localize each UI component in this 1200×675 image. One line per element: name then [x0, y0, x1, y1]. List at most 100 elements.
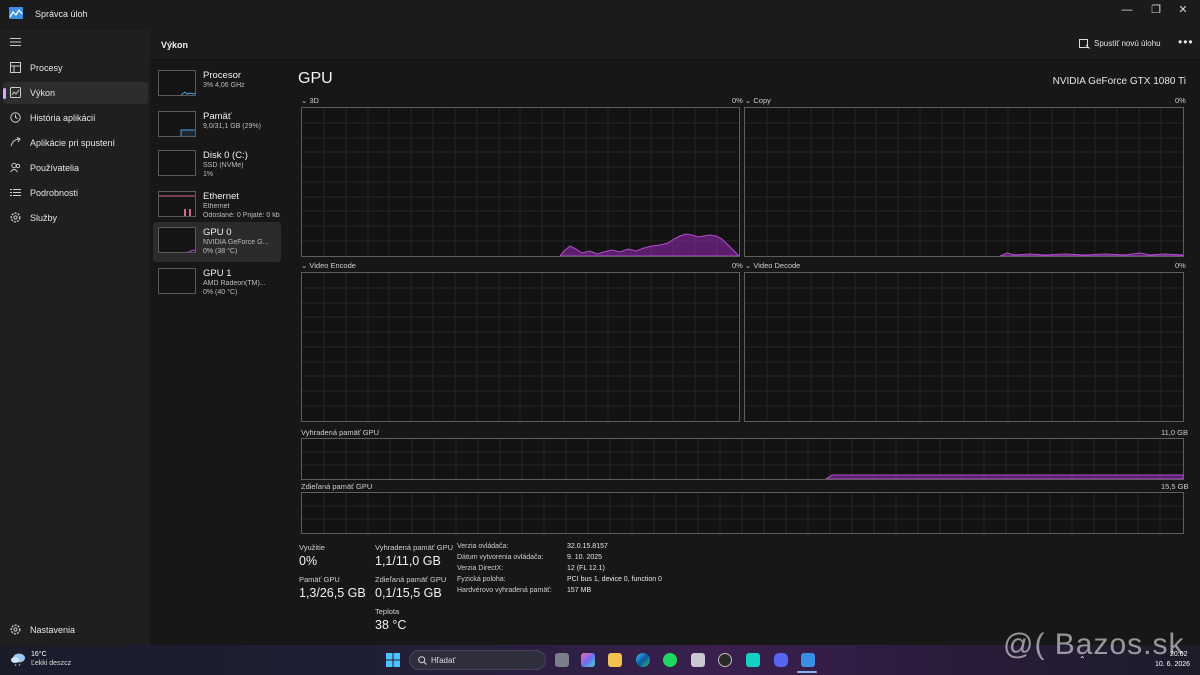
device-detail: 0% (38 °C) — [203, 248, 238, 255]
temperature-label: Teplota — [375, 607, 400, 616]
nav-item-performance[interactable]: Výkon — [3, 82, 148, 104]
device-name: Procesor — [203, 70, 242, 81]
dedicated-memory-value: 1,1/11,0 GB — [375, 554, 441, 568]
device-detail: Ethernet — [203, 203, 230, 210]
gear-icon — [10, 624, 21, 635]
gpu-memory-value: 1,3/26,5 GB — [299, 586, 366, 600]
services-icon — [10, 212, 21, 223]
graph-copy — [744, 107, 1184, 257]
nav-item-users[interactable]: Používatelia — [3, 157, 148, 179]
navigation-pane: Procesy Výkon História aplikácií Aplikác… — [0, 30, 150, 645]
maximize-button[interactable]: ❐ — [1143, 3, 1169, 17]
graph-copy-label[interactable]: ⌄ Copy — [745, 96, 771, 105]
device-thumbnail — [158, 150, 196, 176]
device-thumbnail — [158, 191, 196, 217]
close-button[interactable]: ✕ — [1170, 3, 1196, 17]
graph-video-encode — [301, 272, 740, 422]
shared-memory-label: Zdieľaná pamäť GPU — [375, 575, 447, 584]
graph-encode-label[interactable]: ⌄ Video Encode — [301, 261, 356, 270]
spotify-icon[interactable] — [663, 653, 677, 667]
nav-label: Procesy — [30, 63, 63, 73]
device-memory[interactable]: Pamäť 9,0/31,1 GB (29%) — [153, 106, 281, 146]
utilization-value: 0% — [299, 554, 318, 568]
nav-label: Nastavenia — [30, 625, 76, 635]
nav-item-processes[interactable]: Procesy — [3, 57, 148, 79]
gpu-title: GPU — [298, 70, 333, 87]
nav-label: Výkon — [30, 88, 56, 98]
weather-description: Ľekki deszcz — [31, 660, 72, 667]
device-detail: 9,0/31,1 GB (29%) — [203, 123, 261, 130]
weather-temperature: 16°C — [31, 651, 47, 658]
graph-shared-label: Zdieľaná pamäť GPU — [301, 482, 373, 491]
taskbar-search-box[interactable]: Hľadať — [409, 650, 546, 670]
graph-dedicated-value: 11,0 GB — [1161, 428, 1188, 437]
gpu-detail-panel: GPU NVIDIA GeForce GTX 1080 Ti ⌄ 3D 0% ⌄… — [285, 60, 1200, 645]
nav-label: Aplikácie pri spustení — [30, 138, 116, 148]
task-manager-icon — [9, 7, 23, 19]
physical-location-label: Fyzická poloha: — [457, 576, 506, 583]
graph-3d-label[interactable]: ⌄ 3D — [301, 96, 319, 105]
file-explorer-icon[interactable] — [608, 653, 622, 667]
weather-cloud-icon[interactable] — [10, 652, 27, 666]
clock-date: 10. 6. 2026 — [1155, 661, 1191, 668]
task-view-icon[interactable] — [555, 653, 569, 667]
device-ethernet[interactable]: Ethernet Ethernet Odoslané: 0 Prijaté: 0… — [153, 186, 281, 226]
driver-date-value: 9. 10. 2025 — [567, 554, 603, 561]
nav-item-services[interactable]: Služby — [3, 207, 148, 229]
nav-label: Služby — [30, 213, 58, 223]
device-name: Pamäť — [203, 111, 232, 122]
device-detail: 1% — [203, 171, 214, 178]
device-detail: AMD Radeon(TM)... — [203, 280, 266, 287]
physical-location-value: PCI bus 1, device 0, function 0 — [567, 576, 662, 583]
edge-browser-icon[interactable] — [636, 653, 650, 667]
performance-icon — [10, 87, 21, 98]
nav-item-settings[interactable]: Nastavenia — [3, 619, 148, 641]
directx-version-value: 12 (FL 12.1) — [567, 565, 605, 572]
device-list: Procesor 3% 4,06 GHz Pamäť 9,0/31,1 GB (… — [150, 60, 285, 645]
active-app-indicator — [797, 671, 817, 673]
page-title: Výkon — [161, 40, 189, 50]
directx-version-label: Verzia DirectX: — [457, 565, 504, 572]
temperature-value: 38 °C — [375, 618, 407, 632]
device-cpu[interactable]: Procesor 3% 4,06 GHz — [153, 65, 281, 105]
graph-encode-value: 0% — [732, 261, 743, 270]
device-gpu-1[interactable]: GPU 1 AMD Radeon(TM)... 0% (40 °C) — [153, 263, 281, 303]
driver-version-label: Verzia ovládača: — [457, 543, 509, 550]
dedicated-memory-label: Vyhradená pamäť GPU — [375, 543, 453, 552]
history-icon — [10, 112, 21, 123]
menu-icon[interactable] — [10, 38, 21, 46]
nav-item-app-history[interactable]: História aplikácií — [3, 107, 148, 129]
nav-item-startup-apps[interactable]: Aplikácie pri spustení — [3, 132, 148, 154]
driver-date-label: Dátum vytvorenia ovládača: — [457, 554, 544, 561]
obs-studio-icon[interactable] — [718, 653, 732, 667]
driver-version-value: 32.0.15.8157 — [567, 543, 608, 550]
graph-video-decode — [744, 272, 1184, 422]
device-detail: NVIDIA GeForce G... — [203, 239, 269, 246]
gpu-memory-label: Pamäť GPU — [299, 575, 340, 584]
graph-copy-value: 0% — [1175, 96, 1186, 105]
discord-icon[interactable] — [774, 653, 788, 667]
task-manager-taskbar-icon[interactable] — [801, 653, 815, 667]
details-icon — [10, 189, 21, 196]
app-icon[interactable] — [746, 653, 760, 667]
startup-icon — [10, 137, 21, 147]
nav-label: Podrobnosti — [30, 188, 79, 198]
device-gpu-0[interactable]: GPU 0 NVIDIA GeForce G... 0% (38 °C) — [153, 222, 281, 262]
copilot-icon[interactable] — [581, 653, 595, 667]
device-disk[interactable]: Disk 0 (C:) SSD (NVMe) 1% — [153, 145, 281, 185]
device-thumbnail — [158, 70, 196, 96]
microsoft-store-icon[interactable] — [691, 653, 705, 667]
title-bar: Správca úloh — ❐ ✕ — [0, 0, 1200, 30]
graph-decode-label[interactable]: ⌄ Video Decode — [745, 261, 800, 270]
device-detail: 3% 4,06 GHz — [203, 82, 245, 89]
shared-memory-value: 0,1/15,5 GB — [375, 586, 442, 600]
hardware-reserved-value: 157 MB — [567, 587, 592, 594]
nav-item-details[interactable]: Podrobnosti — [3, 182, 148, 204]
minimize-button[interactable]: — — [1114, 3, 1140, 17]
device-thumbnail — [158, 227, 196, 253]
device-name: GPU 0 — [203, 227, 232, 238]
graph-dedicated-memory — [301, 438, 1184, 480]
more-options-icon[interactable]: ••• — [1178, 35, 1194, 49]
windows-start-icon[interactable] — [386, 653, 400, 667]
search-placeholder: Hľadať — [431, 656, 456, 665]
